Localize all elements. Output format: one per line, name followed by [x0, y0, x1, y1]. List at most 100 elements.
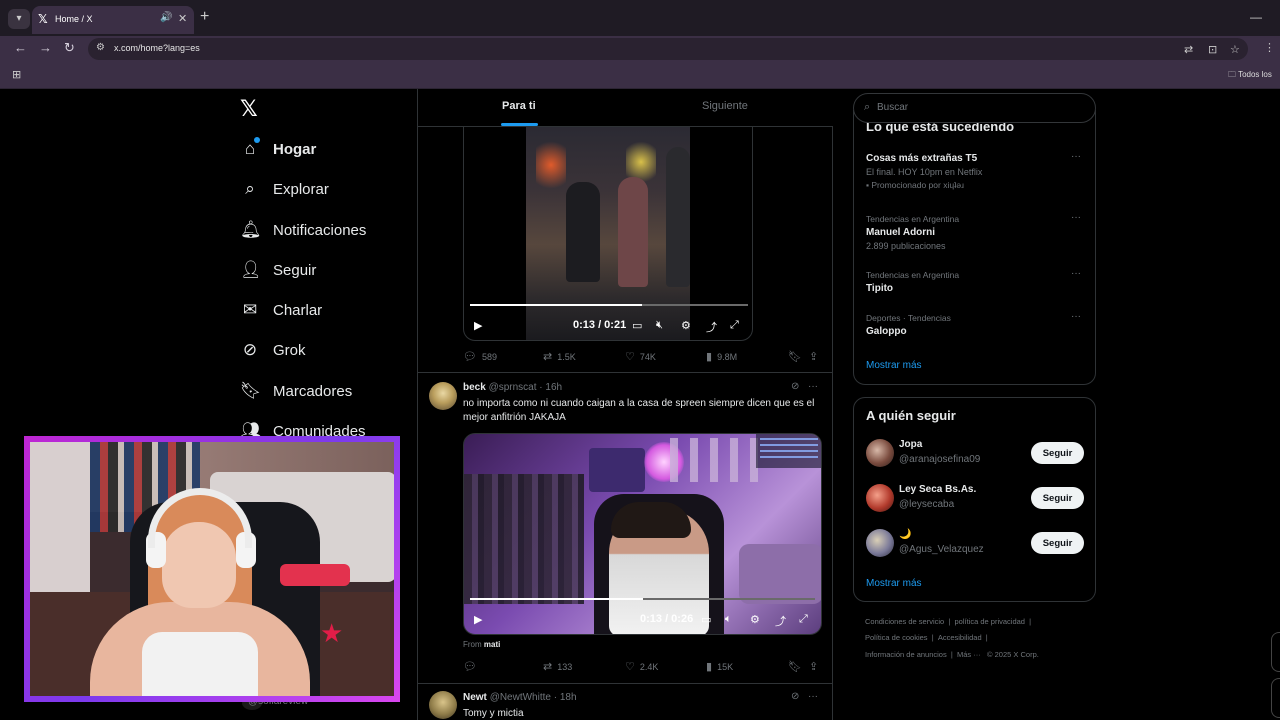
tab-search-menu-icon[interactable]: ▾	[8, 9, 30, 29]
grok-icon[interactable]: ⊘	[791, 691, 799, 702]
follow-button[interactable]: Seguir	[1031, 487, 1084, 509]
footer-link-privacy[interactable]: política de privacidad	[955, 617, 1025, 626]
nav-item-notifications[interactable]: 🔔︎ Notificaciones	[240, 216, 366, 244]
tab-for-you[interactable]: Para ti	[502, 100, 536, 112]
tweet-video-player[interactable]: ▶ 0:13 / 0:21 ▭ 🔇︎ ⚙ ⤴ ⤢	[463, 127, 753, 341]
mute-icon[interactable]: 🔇︎	[656, 319, 663, 332]
fullscreen-icon[interactable]: ⤢	[730, 319, 739, 332]
more-options-icon[interactable]: ···	[1071, 212, 1081, 223]
share-button[interactable]: ⇪	[809, 660, 818, 673]
pip-icon[interactable]: ⤴	[775, 613, 786, 629]
follow-button[interactable]: Seguir	[1031, 532, 1084, 554]
footer-link-cookies[interactable]: Política de cookies	[865, 633, 928, 642]
trend-item[interactable]: Cosas más extrañas T5 El final. HOY 10pm…	[866, 151, 1086, 190]
settings-icon[interactable]: ⚙	[681, 319, 691, 332]
reply-button[interactable]: 💬︎	[463, 660, 482, 673]
mute-icon[interactable]: 🔈︎	[725, 613, 732, 626]
scene-person	[666, 147, 690, 287]
views-button[interactable]: ▮ 9.8M	[706, 350, 737, 363]
nav-item-messages[interactable]: ✉ Charlar	[240, 296, 322, 324]
follow-suggestion[interactable]: Jopa @aranajosefina09 Seguir	[866, 439, 1088, 471]
more-options-icon[interactable]: ···	[808, 691, 818, 702]
trend-item[interactable]: Deportes · Tendencias Galoppo ···	[866, 311, 1086, 337]
follow-suggestion[interactable]: Ley Seca Bs.As. @leysecaba Seguir	[866, 484, 1088, 516]
settings-icon[interactable]: ⚙	[750, 613, 760, 626]
show-more-trends-link[interactable]: Mostrar más	[866, 360, 922, 371]
follow-suggestion[interactable]: 🌙 @Agus_Velazquez Seguir	[866, 529, 1088, 561]
nav-item-home[interactable]: ⌂ Hogar	[240, 135, 316, 163]
show-more-follow-link[interactable]: Mostrar más	[866, 578, 922, 589]
side-panel-handle[interactable]	[1271, 678, 1280, 718]
avatar[interactable]	[866, 484, 894, 512]
like-button[interactable]: ♡ 74K	[625, 350, 656, 363]
back-icon[interactable]: ←	[14, 40, 27, 55]
video-progress-bar[interactable]	[470, 304, 748, 306]
play-icon[interactable]: ▶	[474, 319, 482, 332]
avatar[interactable]	[429, 382, 457, 410]
audio-playing-icon[interactable]: 🔊	[160, 12, 172, 23]
nav-label: Charlar	[273, 301, 323, 319]
tweet-video-player[interactable]: ▶ 0:13 / 0:26 ▭ 🔈︎ ⚙ ⤴ ⤢	[463, 433, 822, 635]
nav-item-bookmarks[interactable]: 🔖︎ Marcadores	[240, 377, 352, 405]
like-button[interactable]: ♡ 2.4K	[625, 660, 658, 673]
footer-link-more[interactable]: Más ···	[957, 650, 981, 659]
tweet-author-handle[interactable]: @sprnscat · 16h	[489, 382, 563, 393]
captions-icon[interactable]: ▭	[632, 319, 642, 332]
avatar[interactable]	[866, 529, 894, 557]
bookmark-button[interactable]: 🔖︎	[788, 660, 802, 673]
captions-icon[interactable]: ▭	[701, 613, 711, 626]
footer-link-ads-info[interactable]: Información de anuncios	[865, 650, 947, 659]
footer-link-accessibility[interactable]: Accesibilidad	[938, 633, 982, 642]
scene-poster	[589, 448, 645, 492]
home-icon: ⌂	[240, 137, 260, 159]
avatar[interactable]	[866, 439, 894, 467]
grok-icon[interactable]: ⊘	[791, 381, 799, 392]
minimize-window-button[interactable]: —	[1250, 10, 1262, 24]
follow-button[interactable]: Seguir	[1031, 442, 1084, 464]
bookmark-star-icon[interactable]: ☆	[1230, 43, 1240, 56]
reload-icon[interactable]: ↻	[64, 40, 75, 56]
tweet-author-name[interactable]: Newt	[463, 692, 487, 703]
play-icon[interactable]: ▶	[474, 613, 482, 626]
more-options-icon[interactable]: ···	[1071, 311, 1081, 322]
reply-button[interactable]: 💬︎ 589	[463, 350, 497, 363]
retweet-button[interactable]: ⇄ 133	[543, 660, 572, 673]
footer-link-terms[interactable]: Condiciones de servicio	[865, 617, 944, 626]
retweet-button[interactable]: ⇄ 1.5K	[543, 350, 576, 363]
tweet-author-name[interactable]: beck	[463, 382, 486, 393]
avatar[interactable]	[429, 691, 457, 719]
close-tab-icon[interactable]: ✕	[178, 12, 187, 25]
apps-grid-icon[interactable]: ⊞	[12, 68, 21, 81]
side-panel-handle[interactable]	[1271, 632, 1280, 672]
views-button[interactable]: ▮ 15K	[706, 660, 733, 673]
all-bookmarks-folder[interactable]: 🗀 Todos los	[1228, 69, 1272, 83]
x-logo-icon[interactable]: 𝕏	[240, 96, 258, 122]
site-info-icon[interactable]: ⚙	[96, 42, 105, 53]
share-button[interactable]: ⇪	[809, 350, 818, 363]
from-source[interactable]: mati	[484, 640, 500, 649]
tweet-author-handle[interactable]: @NewtWhitte · 18h	[490, 692, 577, 703]
forward-icon[interactable]: →	[39, 40, 52, 55]
video-progress-bar[interactable]	[470, 598, 815, 600]
address-bar[interactable]: ⚙ x.com/home?lang=es ⇄ ⊡ ☆	[88, 38, 1248, 60]
more-options-icon[interactable]: ···	[1071, 268, 1081, 279]
bookmark-button[interactable]: 🔖︎	[788, 350, 802, 363]
tab-title: Home / X	[55, 14, 93, 24]
scene-clothes-rack	[464, 474, 584, 604]
new-tab-button[interactable]: +	[200, 8, 209, 26]
browser-tab[interactable]: 𝕏 Home / X 🔊 ✕	[32, 6, 194, 34]
search-input[interactable]: ⌕ Buscar	[853, 93, 1096, 123]
trend-item[interactable]: Tendencias en Argentina Tipito ···	[866, 268, 1086, 294]
more-options-icon[interactable]: ···	[1071, 151, 1081, 162]
translate-icon[interactable]: ⇄	[1184, 43, 1193, 56]
nav-item-explore[interactable]: ⌕ Explorar	[240, 175, 329, 203]
trend-item[interactable]: Tendencias en Argentina Manuel Adorni 2.…	[866, 212, 1086, 251]
install-app-icon[interactable]: ⊡	[1208, 43, 1217, 56]
pip-icon[interactable]: ⤴	[706, 319, 717, 335]
tab-following[interactable]: Siguiente	[702, 100, 748, 112]
more-options-icon[interactable]: ···	[808, 381, 818, 392]
nav-item-follow[interactable]: 👤︎ Seguir	[240, 256, 316, 284]
extensions-icon[interactable]: ⋮	[1264, 41, 1275, 54]
nav-item-grok[interactable]: ⊘ Grok	[240, 336, 306, 364]
fullscreen-icon[interactable]: ⤢	[799, 613, 808, 626]
